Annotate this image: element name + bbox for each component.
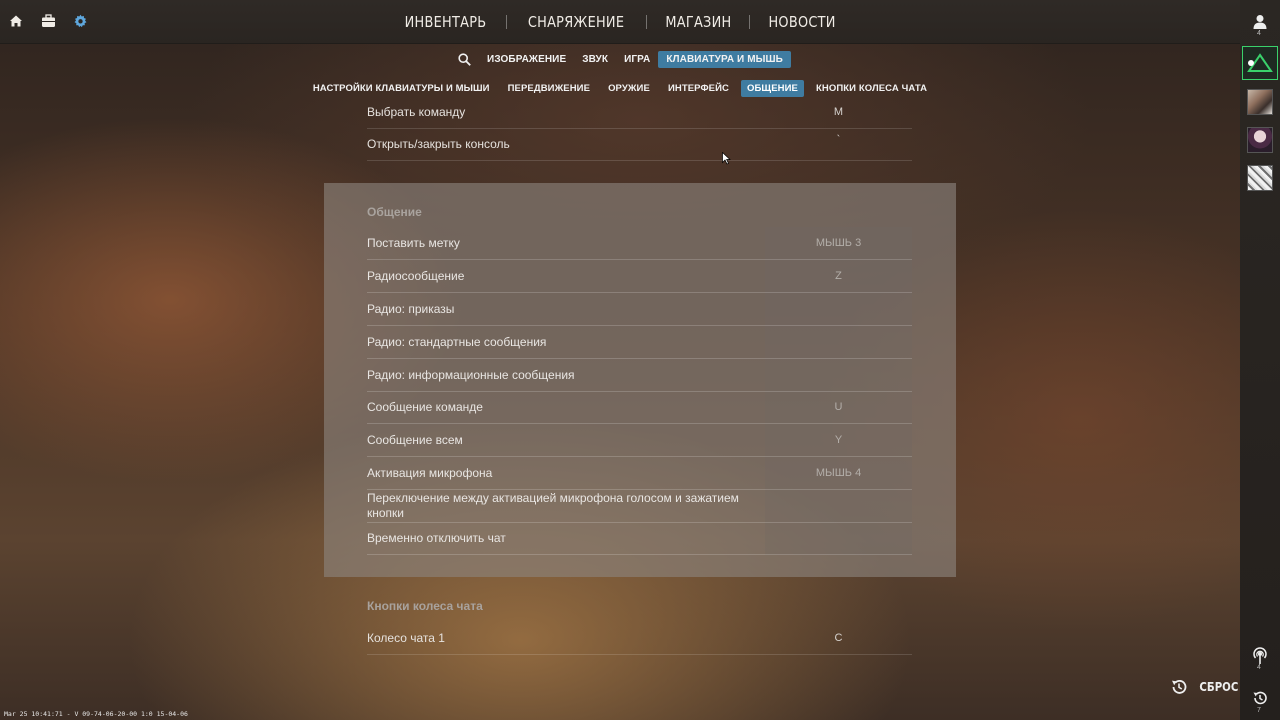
binding-label: Временно отключить чат (367, 530, 506, 545)
binding-label: Радиосообщение (367, 268, 465, 283)
nav-store[interactable]: МАГАЗИН (654, 13, 742, 31)
subtab-chat-wheel[interactable]: КНОПКИ КОЛЕСА ЧАТА (807, 80, 936, 97)
main-nav: ИНВЕНТАРЬ СНАРЯЖЕНИЕ МАГАЗИН НОВОСТИ (0, 0, 1240, 44)
right-rail: 4 4 7 (1240, 0, 1280, 720)
settings-tabs: ИЗОБРАЖЕНИЕ ЗВУК ИГРА КЛАВИАТУРА И МЫШЬ (0, 50, 1240, 68)
binding-row[interactable]: Поставить метку МЫШЬ 3 (367, 227, 912, 260)
binding-row[interactable]: Радио: информационные сообщения (367, 359, 912, 392)
binding-row[interactable]: Радиосообщение Z (367, 260, 912, 293)
binding-label: Радио: приказы (367, 301, 455, 316)
binding-label: Активация микрофона (367, 465, 493, 480)
subtab-keyboard-mouse-settings[interactable]: НАСТРОЙКИ КЛАВИАТУРЫ И МЫШИ (304, 80, 499, 97)
binding-row[interactable]: Временно отключить чат (367, 522, 912, 555)
broadcast-count: 4 (1257, 664, 1261, 671)
keyboard-subtabs: НАСТРОЙКИ КЛАВИАТУРЫ И МЫШИ ПЕРЕДВИЖЕНИЕ… (0, 79, 1240, 97)
section-title: Кнопки колеса чата (367, 599, 483, 613)
tab-game[interactable]: ИГРА (616, 51, 658, 68)
binding-key[interactable]: МЫШЬ 4 (765, 467, 912, 479)
mouse-cursor-icon (722, 151, 731, 170)
binding-row[interactable]: Активация микрофона МЫШЬ 4 (367, 457, 912, 490)
binding-label: Сообщение команде (367, 399, 483, 414)
subtab-movement[interactable]: ПЕРЕДВИЖЕНИЕ (499, 80, 599, 97)
nav-divider (749, 15, 751, 29)
subtab-interface[interactable]: ИНТЕРФЕЙС (659, 80, 738, 97)
binding-label: Сообщение всем (367, 432, 463, 447)
friend-avatar[interactable] (1244, 162, 1276, 194)
nav-divider (645, 15, 647, 29)
communication-panel: Общение Поставить метку МЫШЬ 3 Радиосооб… (324, 183, 956, 577)
history-count: 7 (1257, 707, 1261, 714)
binding-row[interactable]: Сообщение всем Y (367, 424, 912, 457)
subtab-weapons[interactable]: ОРУЖИЕ (599, 80, 659, 97)
tab-video[interactable]: ИЗОБРАЖЕНИЕ (479, 51, 574, 68)
debug-text: Mar 25 10:41:71 - V 09-74-06-20-00 1:0 1… (4, 710, 188, 718)
top-bar: ИНВЕНТАРЬ СНАРЯЖЕНИЕ МАГАЗИН НОВОСТИ (0, 0, 1240, 44)
binding-row[interactable]: Радио: приказы (367, 293, 912, 326)
nav-loadout[interactable]: СНАРЯЖЕНИЕ (517, 13, 636, 31)
tab-audio[interactable]: ЗВУК (574, 51, 616, 68)
nav-inventory[interactable]: ИНВЕНТАРЬ (394, 13, 498, 31)
binding-label: Поставить метку (367, 235, 460, 250)
binding-row[interactable]: Открыть/закрыть консоль ` (367, 128, 912, 161)
binding-row[interactable]: Переключение между активацией микрофона … (367, 490, 912, 523)
binding-key[interactable]: U (765, 401, 912, 413)
reset-label: СБРОС (1199, 680, 1239, 694)
binding-label: Радио: информационные сообщения (367, 367, 575, 382)
nav-news[interactable]: НОВОСТИ (758, 13, 848, 31)
binding-key[interactable]: Z (765, 270, 912, 282)
search-icon[interactable] (449, 52, 479, 66)
profile-count: 4 (1257, 30, 1261, 37)
reset-icon (1172, 680, 1187, 694)
friend-avatar[interactable] (1244, 86, 1276, 118)
section-title: Общение (367, 205, 422, 219)
binding-label: Радио: стандартные сообщения (367, 334, 547, 349)
binding-key[interactable]: M (765, 106, 912, 118)
rank-icon[interactable] (1242, 46, 1278, 80)
reset-button[interactable]: СБРОС (1170, 678, 1242, 696)
binding-row[interactable]: Радио: стандартные сообщения (367, 326, 912, 359)
binding-key[interactable]: C (765, 632, 912, 644)
binding-key[interactable]: ` (765, 134, 912, 146)
subtab-communication[interactable]: ОБЩЕНИЕ (741, 79, 804, 97)
binding-row[interactable]: Выбрать команду M (367, 96, 912, 129)
binding-key[interactable]: Y (765, 434, 912, 446)
binding-key[interactable]: МЫШЬ 3 (765, 237, 912, 249)
binding-row[interactable]: Сообщение команде U (367, 391, 912, 424)
binding-row[interactable]: Колесо чата 1 C (367, 622, 912, 655)
nav-divider (506, 15, 508, 29)
tab-keyboard-mouse[interactable]: КЛАВИАТУРА И МЫШЬ (658, 50, 791, 68)
binding-label: Переключение между активацией микрофона … (367, 491, 739, 520)
friend-avatar[interactable] (1244, 124, 1276, 156)
